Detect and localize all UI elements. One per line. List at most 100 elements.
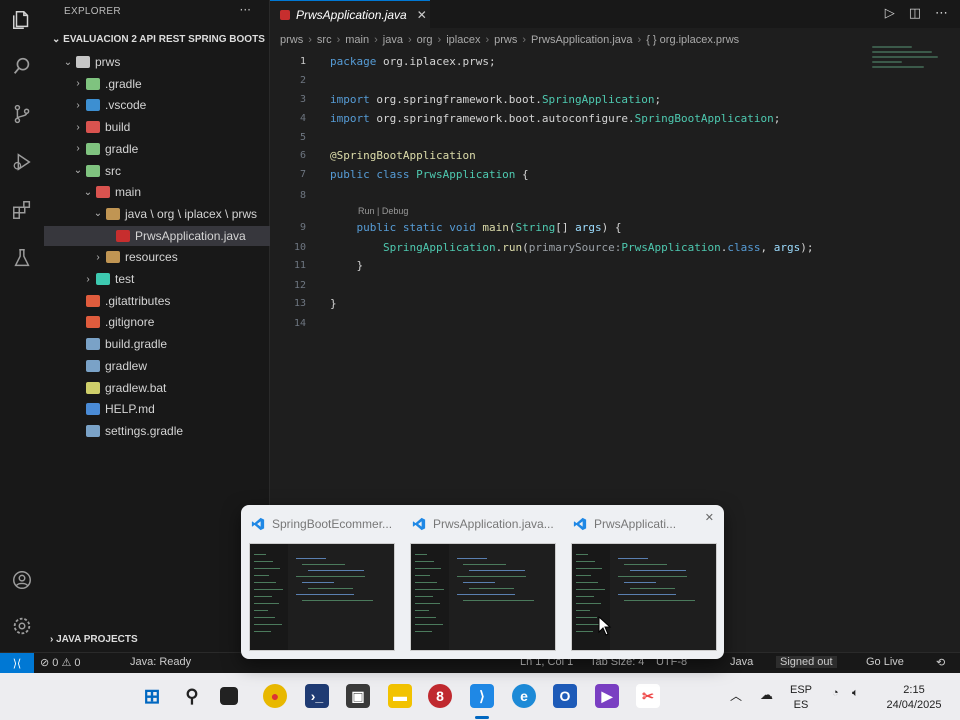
java-projects-section[interactable]: › JAVA PROJECTS bbox=[50, 634, 138, 645]
tree-item[interactable]: ⌄ java \ org \ iplacex \ prws bbox=[44, 204, 270, 224]
window-preview[interactable]: PrwsApplication.java... bbox=[404, 513, 556, 653]
task-view-icon[interactable] bbox=[220, 687, 238, 705]
project-name: EVALUACION 2 API REST SPRING BOOTS bbox=[63, 34, 265, 45]
breadcrumb-item[interactable]: prws bbox=[280, 34, 303, 46]
tree-item[interactable]: .gitattributes bbox=[44, 291, 270, 311]
tree-item[interactable]: HELP.md bbox=[44, 399, 270, 419]
tree-item[interactable]: › resources bbox=[44, 247, 270, 267]
chrome-icon[interactable]: ● bbox=[263, 684, 287, 708]
file-icon bbox=[76, 56, 90, 68]
remote-indicator-icon[interactable]: ⟩⟨ bbox=[0, 653, 34, 674]
search-icon[interactable] bbox=[10, 54, 34, 78]
code-line: 5 bbox=[280, 128, 330, 146]
split-editor-icon[interactable]: ◫ bbox=[909, 6, 921, 21]
language-mode[interactable]: Java bbox=[730, 656, 753, 668]
tree-item[interactable]: ⌄ prws bbox=[44, 52, 270, 72]
tree-item[interactable]: ⌄ src bbox=[44, 161, 270, 181]
windows-taskbar: ⊞ ⚲ ● ›_ ▣ ▬ 8 ⟩ e O ▶ ✂ ︿ ☁ ESP ES ◔ 🔈︎… bbox=[0, 673, 960, 720]
tree-item-label: settings.gradle bbox=[105, 423, 184, 438]
tree-item[interactable]: › .gradle bbox=[44, 74, 270, 94]
code-token: args bbox=[773, 240, 801, 254]
run-icon[interactable]: ▷ bbox=[885, 6, 895, 21]
preview-title: PrwsApplicati... bbox=[594, 517, 677, 531]
tree-item-label: gradlew bbox=[105, 358, 148, 373]
project-folder-header[interactable]: ⌄ EVALUACION 2 API REST SPRING BOOTS bbox=[52, 34, 265, 45]
tree-item[interactable]: ⌄ main bbox=[44, 182, 270, 202]
tree-item[interactable]: build.gradle bbox=[44, 334, 270, 354]
snipping-tool-icon[interactable]: ✂ bbox=[636, 684, 660, 708]
tree-item[interactable]: gradlew.bat bbox=[44, 378, 270, 398]
tree-item[interactable]: › build bbox=[44, 117, 270, 137]
chevron-down-icon: ⌄ bbox=[83, 186, 93, 198]
language-indicator[interactable]: ESP ES bbox=[790, 683, 812, 713]
extensions-icon[interactable] bbox=[10, 198, 34, 222]
line-number: 2 bbox=[299, 74, 306, 86]
codelens-run-debug[interactable]: Run | Debug bbox=[358, 206, 408, 216]
window-preview[interactable]: SpringBootEcommer... bbox=[243, 513, 395, 653]
breadcrumb-item[interactable]: org bbox=[417, 34, 433, 46]
breadcrumb-item[interactable]: { } org.iplacex.prws bbox=[646, 34, 739, 46]
chevron-right-icon: › bbox=[76, 99, 80, 111]
breadcrumb-item[interactable]: main bbox=[345, 34, 369, 46]
line-number: 12 bbox=[293, 279, 306, 291]
tree-item[interactable]: settings.gradle bbox=[44, 421, 270, 441]
java-status[interactable]: Java: Ready bbox=[130, 656, 191, 668]
language-bottom: ES bbox=[793, 699, 809, 711]
explorer-icon[interactable] bbox=[10, 8, 34, 32]
tree-item[interactable]: .gitignore bbox=[44, 312, 270, 332]
preview-title-bar: SpringBootEcommer... bbox=[251, 517, 401, 531]
wifi-icon[interactable]: ◔ bbox=[832, 687, 839, 699]
tree-item-label: build.gradle bbox=[105, 337, 168, 352]
breadcrumb-item[interactable]: java bbox=[383, 34, 403, 46]
vscode-taskbar-icon[interactable]: ⟩ bbox=[470, 684, 494, 708]
explorer-more-actions[interactable]: ··· bbox=[240, 3, 251, 17]
app-icon[interactable]: ▣ bbox=[346, 684, 370, 708]
search-taskbar-icon[interactable]: ⚲ bbox=[180, 684, 204, 708]
tree-item[interactable]: › .vscode bbox=[44, 95, 270, 115]
tree-item[interactable]: › test bbox=[44, 269, 270, 289]
volume-icon[interactable]: 🔈︎ bbox=[852, 687, 859, 700]
tree-item[interactable]: › gradle bbox=[44, 139, 270, 159]
start-icon[interactable]: ⊞ bbox=[140, 684, 164, 708]
signed-out-status[interactable]: Signed out bbox=[776, 656, 837, 668]
code-token: PrwsApplication bbox=[621, 240, 721, 254]
window-preview[interactable]: PrwsApplicati... bbox=[565, 513, 717, 653]
outlook-icon[interactable]: O bbox=[553, 684, 577, 708]
preview-close-icon[interactable]: ✕ bbox=[705, 511, 714, 524]
breadcrumb-item[interactable]: prws bbox=[494, 34, 517, 46]
edge-icon[interactable]: e bbox=[512, 684, 536, 708]
tree-item-label: src bbox=[105, 163, 121, 178]
notifications-icon[interactable]: ⟲ bbox=[936, 656, 945, 669]
breadcrumb-item[interactable]: PrwsApplication.java bbox=[531, 34, 633, 46]
code-token: ); bbox=[800, 240, 814, 254]
tree-item[interactable]: gradlew bbox=[44, 356, 270, 376]
minimap[interactable] bbox=[872, 46, 942, 86]
clock[interactable]: 2:15 24/04/2025 bbox=[884, 683, 944, 713]
breadcrumb-item[interactable]: iplacex bbox=[446, 34, 480, 46]
activity-bar bbox=[0, 0, 44, 652]
powershell-icon[interactable]: ›_ bbox=[305, 684, 329, 708]
tab-close-icon[interactable]: ✕ bbox=[417, 8, 427, 22]
more-actions-icon[interactable]: ⋯ bbox=[935, 6, 948, 21]
breadcrumb-separator: › bbox=[374, 34, 378, 46]
clipchamp-icon[interactable]: ▶ bbox=[595, 684, 619, 708]
tree-item[interactable]: PrwsApplication.java bbox=[44, 225, 270, 246]
source-control-icon[interactable] bbox=[10, 102, 34, 126]
gaming-app-icon[interactable]: 8 bbox=[428, 684, 452, 708]
tab-prwsapplication[interactable]: PrwsApplication.java ✕ bbox=[270, 0, 430, 28]
tray-overflow-icon[interactable]: ︿ bbox=[730, 687, 742, 704]
code-line: 3 import org.springframework.boot. SpringA… bbox=[280, 90, 661, 108]
line-number: 5 bbox=[299, 131, 306, 143]
account-icon[interactable] bbox=[10, 568, 34, 592]
breadcrumb-item[interactable]: src bbox=[317, 34, 332, 46]
onedrive-icon[interactable]: ☁ bbox=[760, 687, 773, 703]
line-number: 11 bbox=[293, 259, 306, 271]
testing-icon[interactable] bbox=[10, 246, 34, 270]
settings-gear-icon[interactable] bbox=[10, 614, 34, 638]
breadcrumb-separator: › bbox=[336, 34, 341, 46]
problems-indicator[interactable]: ⊘ 0 ⚠ 0 bbox=[40, 656, 80, 669]
file-explorer-icon[interactable]: ▬ bbox=[388, 684, 412, 708]
run-debug-icon[interactable] bbox=[10, 150, 34, 174]
go-live-button[interactable]: Go Live bbox=[866, 656, 904, 668]
line-number: 7 bbox=[299, 168, 306, 180]
